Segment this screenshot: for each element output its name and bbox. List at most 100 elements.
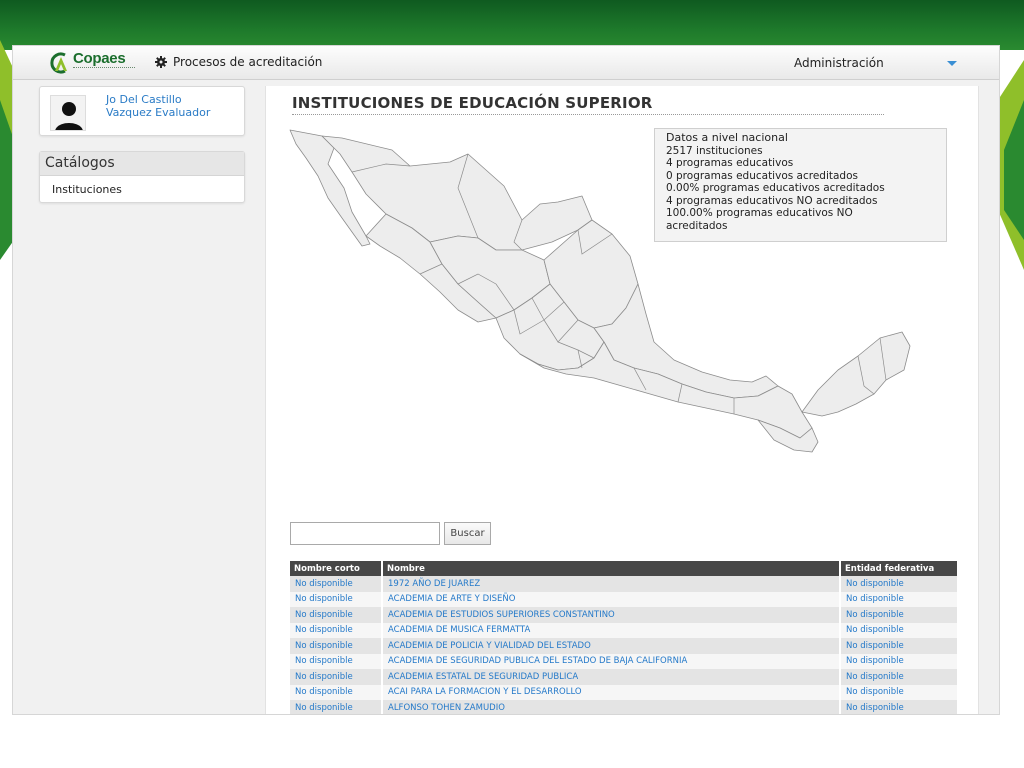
cell-nombre-link[interactable]: ACADEMIA ESTATAL DE SEGURIDAD PUBLICA [388, 672, 578, 682]
cell-nombre: ACADEMIA DE ARTE Y DISEÑO [382, 591, 841, 607]
cell-nombre-corto-link[interactable]: No disponible [295, 610, 353, 620]
cell-nombre-link[interactable]: ACADEMIA DE SEGURIDAD PUBLICA DEL ESTADO… [388, 656, 687, 666]
cell-nombre: ACADEMIA DE POLICIA Y VIALIDAD DEL ESTAD… [382, 638, 841, 654]
copaes-logo-icon [50, 52, 67, 74]
table-row[interactable]: No disponible ACADEMIA DE POLICIA Y VIALI… [290, 638, 957, 654]
cell-nombre-link[interactable]: ALFONSO TOHEN ZAMUDIO [388, 703, 505, 713]
table-row[interactable]: No disponible ACADEMIA DE SEGURIDAD PUBLI… [290, 653, 957, 669]
cell-entidad-federativa-link[interactable]: No disponible [846, 579, 904, 589]
cell-entidad-federativa-link[interactable]: No disponible [846, 703, 904, 713]
table-row[interactable]: No disponible ACADEMIA DE ARTE Y DISEÑO No… [290, 591, 957, 607]
brand-name: Copaes [73, 50, 126, 67]
cell-nombre-corto-link[interactable]: No disponible [295, 687, 353, 697]
cell-nombre: ACADEMIA DE MUSICA FERMATTA [382, 622, 841, 638]
cell-entidad-federativa-link[interactable]: No disponible [846, 625, 904, 635]
cell-entidad-federativa: No disponible [840, 684, 957, 700]
cell-nombre-corto: No disponible [290, 622, 383, 638]
table-row[interactable]: No disponible ACADEMIA ESTATAL DE SEGURID… [290, 669, 957, 685]
cell-nombre-corto-link[interactable]: No disponible [295, 625, 353, 635]
table-row[interactable]: No disponible ALFONSO TOHEN ZAMUDIO No dis… [290, 700, 957, 714]
cell-nombre-corto: No disponible [290, 653, 383, 669]
catalog-title: Catálogos [40, 152, 244, 176]
cell-entidad-federativa: No disponible [840, 653, 957, 669]
column-header-nombre[interactable]: Nombre [382, 561, 841, 576]
cell-nombre-link[interactable]: ACADEMIA DE ARTE Y DISEÑO [388, 594, 515, 604]
stat-line: acreditados [666, 219, 728, 232]
search-button[interactable]: Buscar [444, 522, 491, 545]
cell-nombre-corto: No disponible [290, 684, 383, 700]
cell-nombre: ACADEMIA ESTATAL DE SEGURIDAD PUBLICA [382, 669, 841, 685]
map-region-yucatan[interactable] [801, 331, 911, 417]
app-window: Copaes Procesos de acreditación Administ… [12, 45, 1000, 715]
stat-line: 100.00% programas educativos NO [666, 207, 853, 219]
nav-procesos-acreditacion[interactable]: Procesos de acreditación [155, 55, 322, 69]
nav-administracion[interactable]: Administración [794, 56, 884, 70]
sidebar-item-instituciones[interactable]: Instituciones [40, 176, 244, 196]
cell-nombre-corto: No disponible [290, 607, 383, 623]
table-body: No disponible 1972 AÑO DE JUAREZ No dispon… [290, 576, 957, 714]
table-row[interactable]: No disponible ACADEMIA DE ESTUDIOS SUPERI… [290, 607, 957, 623]
gear-icon [155, 56, 167, 68]
table-row[interactable]: No disponible ACAI PARA LA FORMACION Y EL… [290, 684, 957, 700]
page-title: INSTITUCIONES DE EDUCACIÓN SUPERIOR [292, 94, 884, 115]
cell-entidad-federativa: No disponible [840, 591, 957, 607]
cell-nombre: ALFONSO TOHEN ZAMUDIO [382, 700, 841, 714]
cell-entidad-federativa-link[interactable]: No disponible [846, 641, 904, 651]
national-stats-box: Datos a nivel nacional 2517 institucione… [654, 128, 947, 242]
cell-nombre-corto: No disponible [290, 669, 383, 685]
cell-nombre-link[interactable]: 1972 AÑO DE JUAREZ [388, 579, 480, 589]
cell-nombre-link[interactable]: ACADEMIA DE MUSICA FERMATTA [388, 625, 530, 635]
table-row[interactable]: No disponible ACADEMIA DE MUSICA FERMATTA… [290, 622, 957, 638]
cell-entidad-federativa: No disponible [840, 576, 957, 592]
stat-line: 0.00% programas educativos acreditados [666, 182, 885, 194]
cell-nombre: ACADEMIA DE SEGURIDAD PUBLICA DEL ESTADO… [382, 653, 841, 669]
cell-nombre-corto-link[interactable]: No disponible [295, 656, 353, 666]
cell-entidad-federativa-link[interactable]: No disponible [846, 610, 904, 620]
user-name-line2: Vazquez Evaluador [106, 106, 211, 119]
search-input[interactable] [290, 522, 440, 545]
cell-nombre-corto-link[interactable]: No disponible [295, 672, 353, 682]
cell-nombre-corto-link[interactable]: No disponible [295, 579, 353, 589]
cell-entidad-federativa: No disponible [840, 638, 957, 654]
nav-procesos-label: Procesos de acreditación [173, 55, 323, 69]
stat-line: 2517 instituciones [666, 144, 763, 157]
cell-nombre-corto: No disponible [290, 700, 383, 714]
right-swoosh-decoration [998, 60, 1024, 270]
main-panel: INSTITUCIONES DE EDUCACIÓN SUPERIOR Dato… [265, 86, 979, 714]
user-name-line1: Jo Del Castillo [106, 93, 182, 106]
cell-nombre-link[interactable]: ACADEMIA DE ESTUDIOS SUPERIORES CONSTANT… [388, 610, 615, 620]
catalog-panel: Catálogos Instituciones [39, 151, 245, 203]
avatar[interactable] [50, 95, 86, 131]
chevron-down-icon[interactable] [947, 61, 957, 66]
cell-entidad-federativa: No disponible [840, 622, 957, 638]
cell-nombre-link[interactable]: ACADEMIA DE POLICIA Y VIALIDAD DEL ESTAD… [388, 641, 591, 651]
cell-nombre-link[interactable]: ACAI PARA LA FORMACION Y EL DESARROLLO [388, 687, 582, 697]
institutions-table: Nombre corto Nombre Entidad federativa N… [290, 561, 957, 714]
stat-line: 4 programas educativos [666, 157, 794, 169]
cell-nombre-corto: No disponible [290, 591, 383, 607]
cell-entidad-federativa: No disponible [840, 700, 957, 714]
copaes-logo[interactable]: Copaes [47, 50, 147, 76]
column-header-entidad-federativa[interactable]: Entidad federativa [840, 561, 957, 576]
cell-nombre-corto-link[interactable]: No disponible [295, 641, 353, 651]
cell-entidad-federativa: No disponible [840, 669, 957, 685]
top-navbar: Copaes Procesos de acreditación Administ… [13, 46, 999, 80]
cell-nombre: 1972 AÑO DE JUAREZ [382, 576, 841, 592]
cell-nombre-corto: No disponible [290, 638, 383, 654]
stat-line: 4 programas educativos NO acreditados [666, 194, 878, 207]
stat-line: 0 programas educativos acreditados [666, 169, 858, 182]
cell-nombre-corto-link[interactable]: No disponible [295, 703, 353, 713]
brand-tagline [73, 67, 135, 70]
cell-entidad-federativa-link[interactable]: No disponible [846, 687, 904, 697]
table-row[interactable]: No disponible 1972 AÑO DE JUAREZ No dispon… [290, 576, 957, 592]
cell-entidad-federativa-link[interactable]: No disponible [846, 594, 904, 604]
cell-nombre-corto-link[interactable]: No disponible [295, 594, 353, 604]
column-header-nombre-corto[interactable]: Nombre corto [290, 561, 383, 576]
cell-nombre: ACAI PARA LA FORMACION Y EL DESARROLLO [382, 684, 841, 700]
national-stats-title: Datos a nivel nacional [666, 131, 788, 144]
slide-header-band [0, 0, 1024, 50]
cell-entidad-federativa-link[interactable]: No disponible [846, 672, 904, 682]
user-name-link[interactable]: Jo Del Castillo Vazquez Evaluador [106, 93, 210, 119]
cell-entidad-federativa-link[interactable]: No disponible [846, 656, 904, 666]
table-header-row: Nombre corto Nombre Entidad federativa [290, 561, 957, 576]
